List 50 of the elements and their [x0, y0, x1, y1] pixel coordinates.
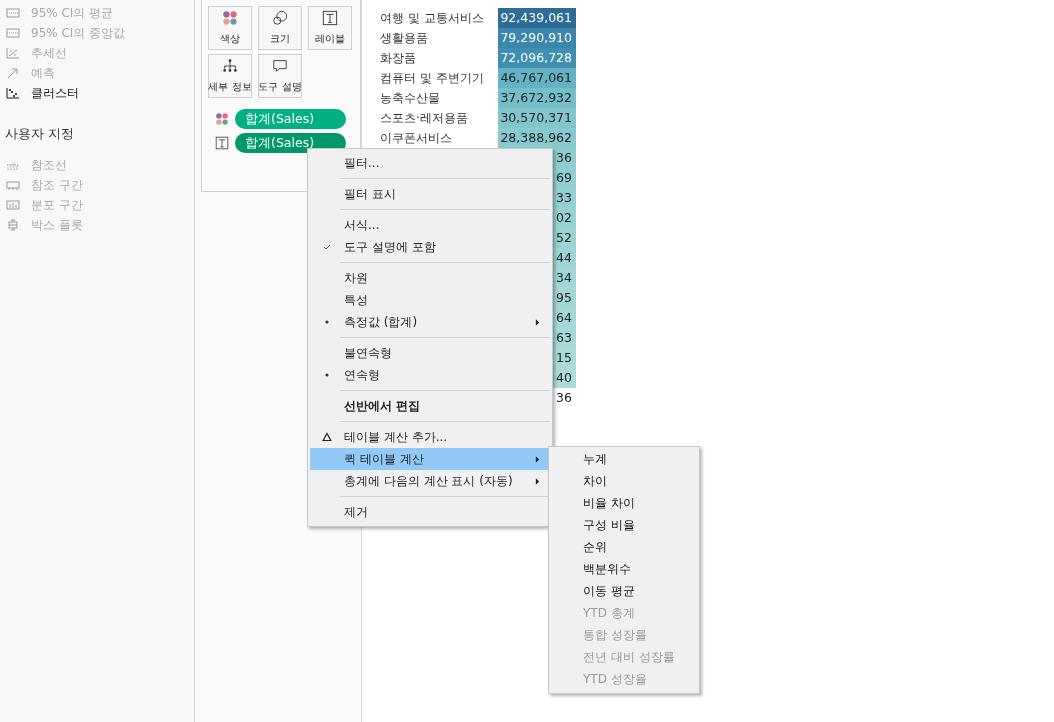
dots-icon — [215, 112, 229, 126]
dots-icon — [222, 10, 238, 26]
bar-icon — [6, 159, 20, 171]
band-icon — [6, 27, 20, 39]
menu-item[interactable]: 제거 — [310, 501, 550, 523]
scatter-icon — [6, 87, 20, 99]
hierarchy-icon — [222, 58, 238, 74]
table-cell: 30,570,371 — [498, 108, 576, 128]
menu-item[interactable]: 비율 차이 — [549, 492, 699, 514]
table-cell: 79,290,910 — [498, 28, 576, 48]
speech-bubble-icon — [272, 58, 288, 74]
table-cell: 농축수산물 — [380, 91, 440, 105]
circles-icon — [272, 10, 288, 26]
band-icon — [6, 7, 20, 19]
band-icon — [6, 199, 20, 211]
menu-item[interactable]: 이동 평균 — [549, 580, 699, 602]
table-cell: 여행 및 교통서비스 — [380, 11, 484, 25]
marks-button[interactable]: 도구 설명 — [258, 54, 302, 98]
table-cell: 이쿠폰서비스 — [380, 131, 452, 145]
menu-item[interactable]: 구성 비율 — [549, 514, 699, 536]
menu-item[interactable]: 백분위수 — [549, 558, 699, 580]
text-icon — [322, 10, 338, 26]
table-cell: 46,767,061 — [498, 68, 576, 88]
table-cell: 28,388,962 — [498, 128, 576, 148]
menu-item[interactable]: 순위 — [549, 536, 699, 558]
menu-item[interactable]: 테이블 계산 추가... — [310, 426, 550, 448]
table-cell: 37,672,932 — [498, 88, 576, 108]
menu-item[interactable]: 총계에 다음의 계산 표시 (자동) — [310, 470, 550, 492]
menu-item[interactable]: 차이 — [549, 470, 699, 492]
table-cell: 72,096,728 — [498, 48, 576, 68]
menu-item[interactable]: 퀵 테이블 계산 — [310, 448, 550, 470]
marks-button[interactable]: 색상 — [208, 6, 252, 50]
marks-button[interactable]: 레이블 — [308, 6, 352, 50]
marks-button[interactable]: 세부 정보 — [208, 54, 252, 98]
text-icon — [215, 136, 229, 150]
table-cell: 스포츠·레저용품 — [380, 111, 468, 125]
band-icon — [6, 179, 20, 191]
box-plot-icon — [6, 219, 20, 231]
table-cell: 화장품 — [380, 51, 416, 65]
table-cell: 컴퓨터 및 주변기기 — [380, 71, 484, 85]
table-cell: 92,439,061 — [498, 8, 576, 28]
analytics-item[interactable]: 클러스터 — [0, 83, 194, 103]
field-pill[interactable]: 합계(Sales) — [235, 133, 346, 153]
menu-item[interactable]: 누계 — [549, 448, 699, 470]
arrow-icon — [6, 67, 20, 79]
trend-line-icon — [6, 47, 20, 59]
delta-icon — [322, 432, 332, 442]
table-cell: 생활용품 — [380, 31, 428, 45]
section-heading: 사용자 지정 — [5, 125, 75, 143]
marks-button[interactable]: 크기 — [258, 6, 302, 50]
